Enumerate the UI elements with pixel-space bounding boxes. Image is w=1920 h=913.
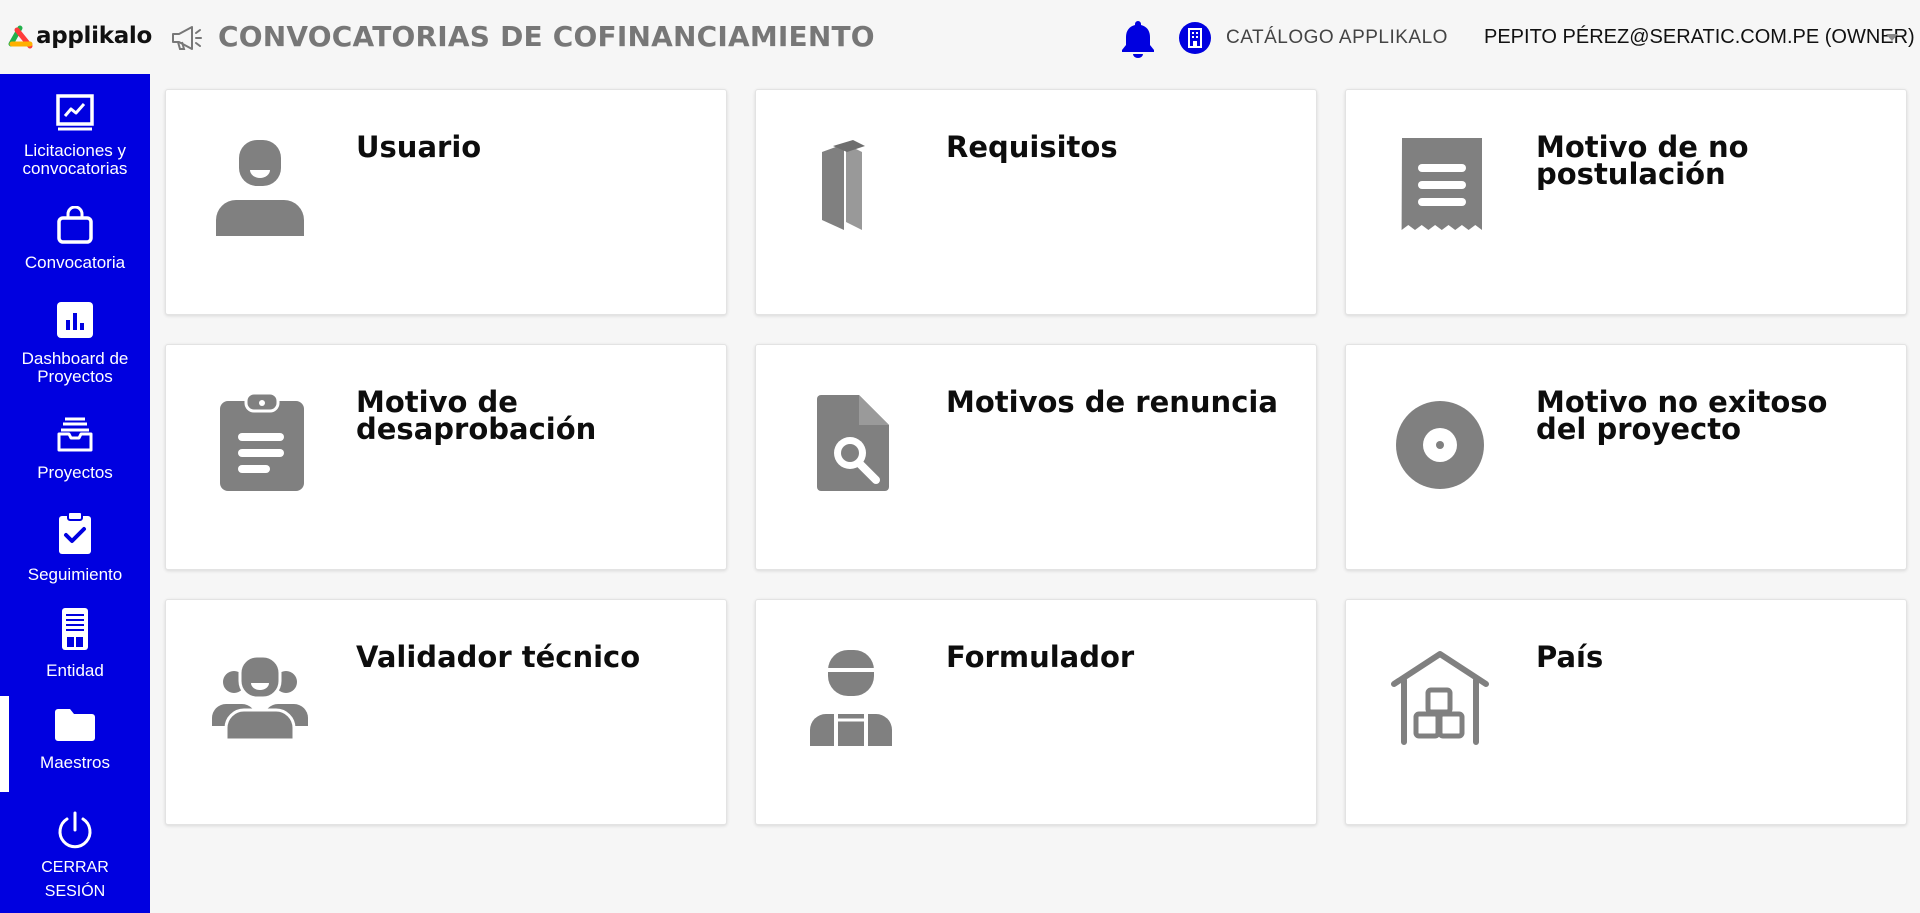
card-title: País <box>1536 640 1604 674</box>
card-formulador[interactable]: Formulador <box>755 599 1317 825</box>
power-icon <box>58 811 92 849</box>
sidebar-item-convocatoria[interactable]: Convocatoria <box>0 206 150 302</box>
user-menu[interactable]: PEPITO PÉREZ@SERATIC.COM.PE (OWNER) <box>1484 26 1915 49</box>
card-title: Motivos de renuncia <box>946 385 1278 419</box>
chart-icon <box>56 94 94 131</box>
clipboard-list-icon <box>220 393 304 491</box>
logout-label: CERRAR SESIÓN <box>41 859 109 900</box>
card-motivo-no-exitoso[interactable]: Motivo no exitoso del proyecto <box>1345 344 1907 570</box>
folded-paper-icon <box>822 140 865 230</box>
megaphone-icon <box>172 26 202 50</box>
sidebar-item-label: Seguimiento <box>27 565 123 584</box>
sidebar-item-label: Entidad <box>46 661 104 680</box>
building-icon[interactable] <box>1179 22 1211 54</box>
sidebar-item-proyectos[interactable]: Proyectos <box>0 416 150 512</box>
card-title: Motivo de no postulación <box>1536 130 1749 191</box>
clipboard-check-icon <box>59 512 91 554</box>
card-usuario[interactable]: Usuario <box>165 89 727 315</box>
card-title: Validador técnico <box>356 640 641 674</box>
bag-icon <box>57 206 93 244</box>
card-title: Usuario <box>356 130 482 164</box>
bell-icon[interactable] <box>1120 18 1156 58</box>
sidebar-item-licitaciones[interactable]: Licitaciones y convocatorias <box>0 94 150 190</box>
sidebar-item-label: Dashboard de Proyectos <box>21 349 129 386</box>
card-motivos-renuncia[interactable]: Motivos de renuncia <box>755 344 1317 570</box>
card-title: Formulador <box>946 640 1135 674</box>
app-logo[interactable]: applikalo <box>8 22 152 50</box>
page-title: CONVOCATORIAS DE COFINANCIAMIENTO <box>218 20 875 53</box>
sidebar-item-dashboard[interactable]: Dashboard de Proyectos <box>0 302 150 398</box>
sidebar: Licitaciones y convocatorias Convocatori… <box>0 74 150 913</box>
card-pais[interactable]: País <box>1345 599 1907 825</box>
card-requisitos[interactable]: Requisitos <box>755 89 1317 315</box>
chevron-down-icon[interactable] <box>1886 34 1898 42</box>
disc-icon <box>1396 401 1484 489</box>
bar-chart-icon <box>57 302 93 338</box>
sidebar-item-maestros[interactable]: Maestros <box>0 696 150 792</box>
file-search-icon <box>817 395 889 491</box>
card-validador-tecnico[interactable]: Validador técnico <box>165 599 727 825</box>
card-motivo-desaprobacion[interactable]: Motivo de desaprobación <box>165 344 727 570</box>
receipt-icon <box>1401 138 1482 230</box>
card-title: Motivo no exitoso del proyecto <box>1536 385 1828 446</box>
card-title: Motivo de desaprobación <box>356 385 597 446</box>
applikalo-logo-icon <box>8 25 33 49</box>
users-icon <box>212 654 308 742</box>
sidebar-item-label: Convocatoria <box>24 253 126 272</box>
logout-button[interactable]: CERRAR SESIÓN <box>0 810 150 904</box>
sidebar-item-label: Proyectos <box>37 463 113 482</box>
catalog-link[interactable]: CATÁLOGO APPLIKALO <box>1226 27 1448 49</box>
user-icon <box>216 140 304 236</box>
server-icon <box>62 608 88 650</box>
sidebar-item-seguimiento[interactable]: Seguimiento <box>0 512 150 608</box>
warehouse-icon <box>1391 651 1489 745</box>
card-motivo-no-postulacion[interactable]: Motivo de no postulación <box>1345 89 1907 315</box>
card-title: Requisitos <box>946 130 1118 164</box>
sidebar-item-label: Licitaciones y convocatorias <box>22 141 128 178</box>
inbox-icon <box>57 417 93 452</box>
folder-icon <box>55 709 95 741</box>
sidebar-item-entidad[interactable]: Entidad <box>0 608 150 704</box>
logo-text: applikalo <box>36 23 153 49</box>
top-header: applikalo CONVOCATORIAS DE COFINANCIAMIE… <box>0 0 1920 74</box>
worker-icon <box>810 650 892 746</box>
sidebar-item-label: Maestros <box>40 753 110 772</box>
